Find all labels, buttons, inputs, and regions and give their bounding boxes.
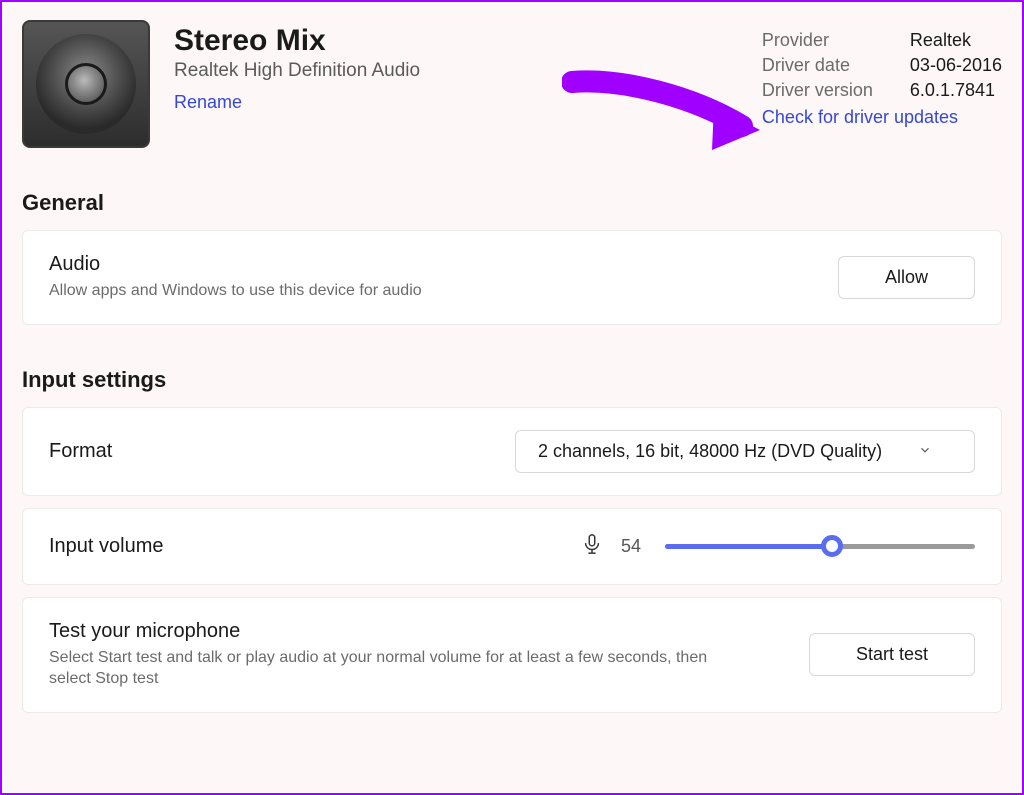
test-mic-title: Test your microphone bbox=[49, 620, 809, 643]
input-volume-row: Input volume 54 bbox=[22, 508, 1002, 585]
rename-link[interactable]: Rename bbox=[174, 92, 242, 112]
device-icon bbox=[22, 20, 150, 148]
input-volume-value: 54 bbox=[621, 536, 647, 557]
input-settings-heading: Input settings bbox=[22, 367, 1002, 393]
format-row: Format 2 channels, 16 bit, 48000 Hz (DVD… bbox=[22, 407, 1002, 496]
format-select[interactable]: 2 channels, 16 bit, 48000 Hz (DVD Qualit… bbox=[515, 430, 975, 473]
allow-button[interactable]: Allow bbox=[838, 256, 975, 299]
general-heading: General bbox=[22, 190, 1002, 216]
driver-version-value: 6.0.1.7841 bbox=[910, 80, 995, 101]
device-description: Realtek High Definition Audio bbox=[174, 60, 762, 82]
microphone-icon bbox=[581, 531, 603, 562]
driver-meta: Provider Realtek Driver date 03-06-2016 … bbox=[762, 20, 1002, 128]
audio-title: Audio bbox=[49, 253, 838, 276]
check-driver-updates-link[interactable]: Check for driver updates bbox=[762, 107, 1002, 128]
start-test-button[interactable]: Start test bbox=[809, 633, 975, 676]
format-label: Format bbox=[49, 440, 515, 463]
provider-label: Provider bbox=[762, 30, 892, 51]
chevron-down-icon bbox=[918, 441, 932, 462]
driver-date-value: 03-06-2016 bbox=[910, 55, 1002, 76]
input-volume-label: Input volume bbox=[49, 535, 581, 558]
driver-version-label: Driver version bbox=[762, 80, 892, 101]
input-volume-slider[interactable] bbox=[665, 536, 975, 556]
provider-value: Realtek bbox=[910, 30, 971, 51]
device-header: Stereo Mix Realtek High Definition Audio… bbox=[22, 20, 1002, 148]
test-microphone-row: Test your microphone Select Start test a… bbox=[22, 597, 1002, 713]
audio-desc: Allow apps and Windows to use this devic… bbox=[49, 280, 729, 302]
device-name: Stereo Mix bbox=[174, 24, 762, 58]
driver-date-label: Driver date bbox=[762, 55, 892, 76]
format-selected-value: 2 channels, 16 bit, 48000 Hz (DVD Qualit… bbox=[538, 441, 882, 462]
test-mic-desc: Select Start test and talk or play audio… bbox=[49, 647, 729, 690]
audio-permission-row: Audio Allow apps and Windows to use this… bbox=[22, 230, 1002, 325]
